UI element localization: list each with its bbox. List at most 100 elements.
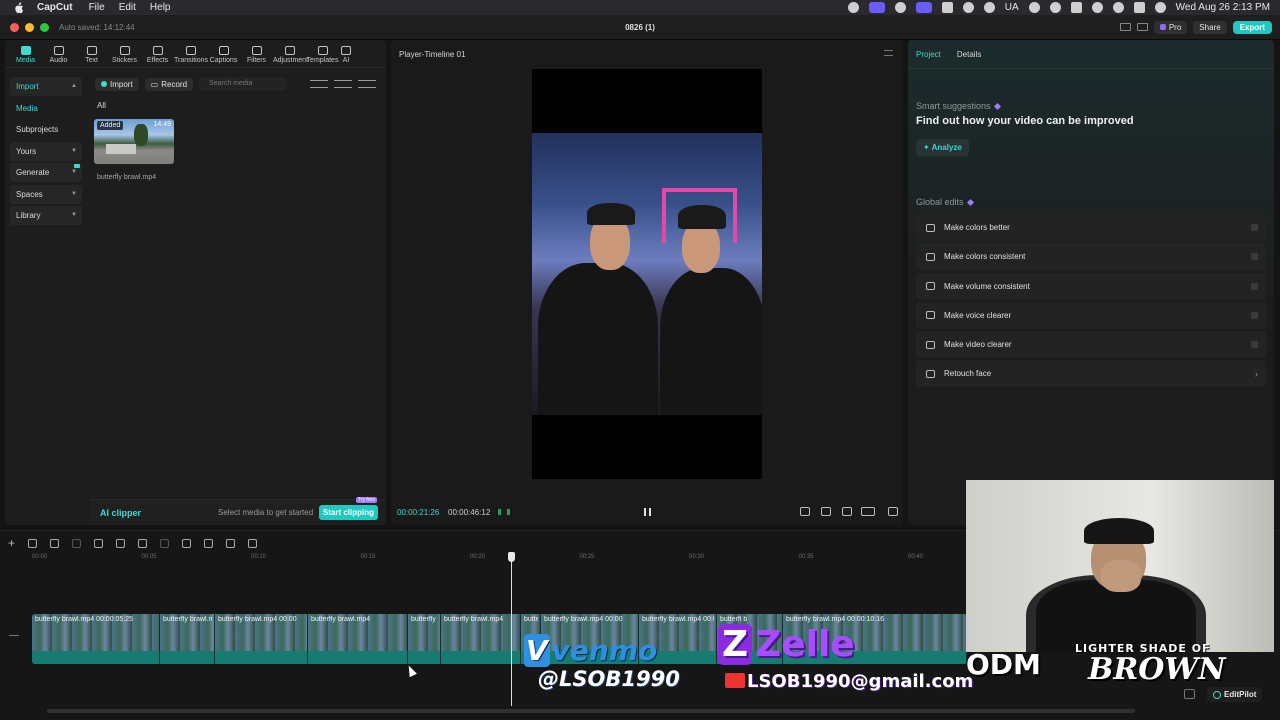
share-button[interactable]: Share <box>1193 20 1227 34</box>
timeline-clip[interactable]: butterfly brawl.mp4 <box>441 614 521 664</box>
shortcuts-icon[interactable] <box>1136 23 1148 31</box>
edit-toggle[interactable] <box>1251 282 1258 290</box>
crop-icon[interactable] <box>800 507 810 516</box>
layout-icon[interactable] <box>1119 23 1131 31</box>
tab-captions[interactable]: Captions <box>207 46 240 67</box>
timeline-clip[interactable]: butterfly brawl.mp4 <box>308 614 408 664</box>
battery-icon[interactable] <box>1070 2 1082 13</box>
edit-make-colors-better[interactable]: Make colors better <box>916 214 1266 241</box>
timeline-clip[interactable]: butterfly brawl.mp4 00:00 <box>215 614 308 664</box>
nav-media[interactable]: Media <box>10 99 82 118</box>
playhead[interactable] <box>511 556 512 706</box>
freeze-frame-icon[interactable] <box>204 538 214 548</box>
nav-yours[interactable]: Yours ▼ <box>10 141 82 161</box>
tab-ai[interactable]: AI <box>339 46 353 67</box>
minimize-window-button[interactable] <box>25 22 34 32</box>
tab-adjustment[interactable]: Adjustment <box>273 46 308 67</box>
nav-spaces[interactable]: Spaces ▼ <box>10 184 82 204</box>
analyze-button[interactable]: ✦ Analyze <box>916 139 969 156</box>
edit-make-voice-clearer[interactable]: Make voice clearer <box>916 301 1266 329</box>
import-button[interactable]: Import <box>95 77 139 91</box>
view-mode-icon[interactable] <box>310 80 328 88</box>
camera-icon[interactable] <box>894 2 906 13</box>
filter-icon[interactable] <box>358 80 376 88</box>
marker-icon[interactable] <box>182 538 192 548</box>
cloud-icon[interactable] <box>962 2 974 13</box>
bluetooth-icon[interactable] <box>1049 2 1061 13</box>
edit-toggle[interactable] <box>1251 311 1258 319</box>
start-clipping-button[interactable]: Start clipping <box>318 505 378 520</box>
tab-templates[interactable]: Templates <box>306 46 339 67</box>
maximize-window-button[interactable] <box>40 22 49 32</box>
video-preview[interactable] <box>532 69 762 479</box>
tab-project[interactable]: Project <box>916 50 941 59</box>
fullscreen-icon[interactable] <box>888 507 898 516</box>
tab-effects[interactable]: Effects <box>141 46 174 67</box>
tab-details[interactable]: Details <box>957 50 981 59</box>
timeline-clip[interactable]: butterfly brawl.mp4 00:00:05:25 <box>32 614 160 664</box>
quality-icon[interactable] <box>821 507 831 516</box>
tab-text[interactable]: Text <box>75 46 108 67</box>
tab-media[interactable]: Media <box>9 46 42 67</box>
vpn-icon[interactable] <box>983 2 995 13</box>
apple-icon[interactable] <box>12 1 25 14</box>
tab-audio[interactable]: Audio <box>42 46 75 67</box>
timeline-clip[interactable]: butterfly brawl.mp4 <box>408 614 441 664</box>
pro-button[interactable]: Pro <box>1153 20 1188 34</box>
track-menu-icon[interactable] <box>9 635 19 638</box>
search-icon[interactable] <box>1112 2 1124 13</box>
close-window-button[interactable] <box>10 22 19 32</box>
tab-filters[interactable]: Filters <box>240 46 273 67</box>
menu-file[interactable]: File <box>89 2 105 13</box>
edit-make-volume-consistent[interactable]: Make volume consistent <box>916 272 1266 300</box>
grid-icon[interactable] <box>941 2 953 13</box>
aspect-ratio-icon[interactable] <box>861 507 875 516</box>
wifi-icon[interactable] <box>1091 2 1103 13</box>
trim-left-icon[interactable] <box>116 538 126 548</box>
nav-generate[interactable]: Generate ▼ <box>10 163 82 182</box>
undo-icon[interactable] <box>50 538 60 548</box>
siri-icon[interactable] <box>1154 2 1166 13</box>
menu-app-name[interactable]: CapCut <box>37 2 73 13</box>
delete-icon[interactable] <box>160 538 170 548</box>
split-icon[interactable] <box>94 538 104 548</box>
keyboard-region[interactable]: UA <box>1005 2 1019 13</box>
clock[interactable]: Wed Aug 26 2:13 PM <box>1176 2 1270 13</box>
select-tool-icon[interactable] <box>28 538 38 548</box>
export-button[interactable]: Export <box>1232 20 1272 34</box>
ai-clipper-title[interactable]: AI clipper <box>100 508 141 518</box>
play-icon[interactable] <box>1028 2 1040 13</box>
nav-subprojects[interactable]: Subprojects <box>10 120 82 139</box>
search-media-input[interactable]: Search media <box>199 77 288 91</box>
screen-record-icon[interactable] <box>868 2 885 13</box>
edit-toggle[interactable] <box>1251 253 1258 261</box>
timeline-ruler[interactable]: 00:00 00:05 00:10 00:15 00:20 00:25 00:30 00:35… <box>32 554 967 564</box>
nav-library[interactable]: Library ▼ <box>10 206 82 225</box>
status-icon[interactable] <box>847 2 859 13</box>
sort-icon[interactable] <box>334 80 352 88</box>
tab-transitions[interactable]: Transitions <box>174 46 208 67</box>
tab-stickers[interactable]: Stickers <box>108 46 141 67</box>
media-thumbnail[interactable]: Added 14:49 <box>94 119 174 164</box>
menu-icon[interactable] <box>884 50 893 56</box>
pause-button[interactable] <box>644 508 651 516</box>
record-button[interactable]: ▭ Record <box>144 77 194 91</box>
crop-icon[interactable] <box>226 538 236 548</box>
auto-cut-icon[interactable] <box>248 538 258 548</box>
edit-toggle[interactable] <box>1251 341 1258 349</box>
control-center-icon[interactable] <box>1133 2 1145 13</box>
edit-make-video-clearer[interactable]: Make video clearer <box>916 331 1266 359</box>
editpilot-button[interactable]: EditPilot <box>1207 687 1263 702</box>
menu-edit[interactable]: Edit <box>119 2 136 13</box>
fit-screen-icon[interactable] <box>842 507 852 516</box>
edit-retouch-face[interactable]: Retouch face › <box>916 360 1266 388</box>
timeline-clip[interactable]: butterfly brawl.mp4 <box>160 614 215 664</box>
media-filter-all[interactable]: All <box>97 101 106 110</box>
add-track-icon[interactable]: + <box>8 536 15 550</box>
edit-make-colors-consistent[interactable]: Make colors consistent <box>916 243 1266 271</box>
playhead-handle[interactable] <box>508 552 515 562</box>
menu-help[interactable]: Help <box>150 2 171 13</box>
timeline-scrollbar[interactable] <box>47 709 1135 713</box>
window-icon[interactable] <box>915 2 932 13</box>
nav-import[interactable]: Import ▲ <box>10 77 82 96</box>
